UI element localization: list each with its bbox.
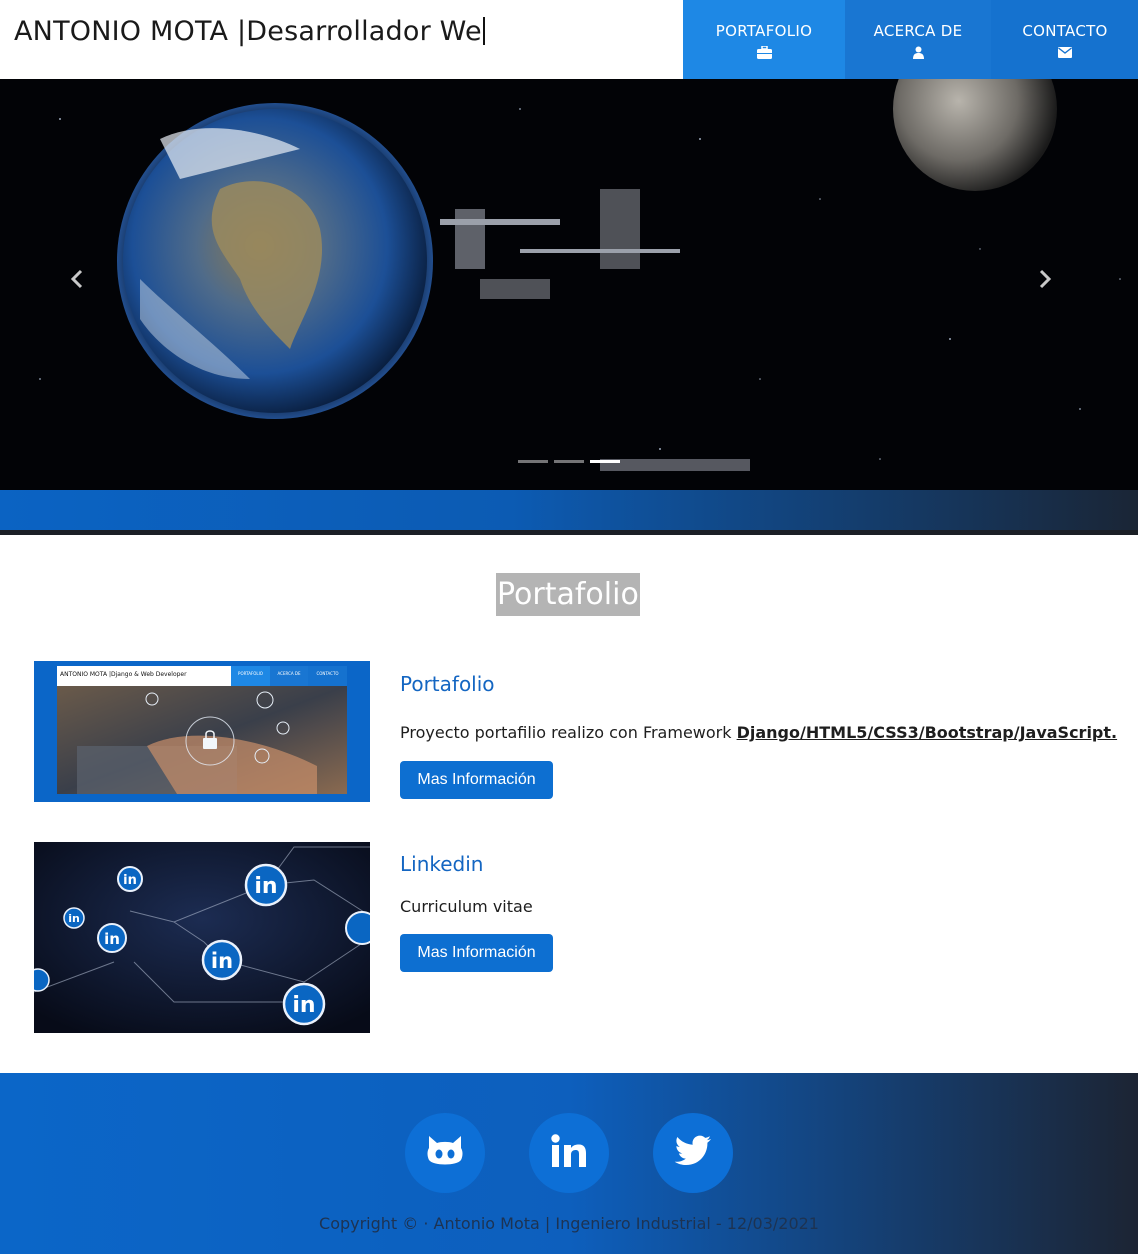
briefcase-icon [756, 46, 772, 60]
linkedin-badge-text-4: in [104, 930, 120, 948]
mas-informacion-button-linkedin[interactable]: Mas Información [400, 934, 553, 972]
project-description-text: Proyecto portafilio realizo con Framewor… [400, 723, 737, 742]
project-description-portafolio: Proyecto portafilio realizo con Framewor… [400, 723, 1117, 742]
site-header: ANTONIO MOTA |Desarrollador We PORTAFOLI… [0, 0, 1142, 79]
github-icon [425, 1134, 465, 1172]
nav-portafolio[interactable]: PORTAFOLIO [683, 0, 845, 79]
nav-acerca-de[interactable]: ACERCA DE [845, 0, 991, 79]
nav-contacto[interactable]: CONTACTO [991, 0, 1139, 79]
linkedin-badge-text-2: in [211, 949, 233, 973]
mas-informacion-button-portafolio[interactable]: Mas Información [400, 761, 553, 799]
carousel-indicator-1[interactable] [518, 460, 548, 463]
linkedin-badge-text-6: in [68, 912, 80, 925]
carousel-indicators [518, 460, 620, 463]
user-icon [912, 46, 924, 60]
thumbnail-screenshot: ANTONIO MOTA |Django & Web Developer POR… [57, 666, 347, 794]
twitter-link[interactable] [653, 1113, 733, 1193]
hero-carousel [0, 79, 1140, 490]
copyright-text: Copyright © · Antonio Mota | Ingeniero I… [319, 1214, 819, 1233]
envelope-icon [1058, 46, 1072, 60]
linkedin-badge-text-5: in [123, 873, 137, 888]
project-description-linkedin: Curriculum vitae [400, 897, 533, 916]
carousel-indicator-3[interactable] [590, 460, 620, 463]
twitter-icon [674, 1135, 712, 1171]
project-card-portafolio: ANTONIO MOTA |Django & Web Developer POR… [34, 661, 1134, 802]
brand-title[interactable]: ANTONIO MOTA |Desarrollador We [14, 16, 485, 47]
band-divider [0, 530, 1140, 535]
section-title: Portafolio [496, 573, 640, 616]
thumbnail-nav-2: ACERCA DE [270, 666, 308, 686]
project-tech-link[interactable]: Django/HTML5/CSS3/Bootstrap/JavaScript. [737, 723, 1118, 742]
brand-text: ANTONIO MOTA |Desarrollador We [14, 16, 482, 47]
carousel-indicator-2[interactable] [554, 460, 584, 463]
github-link[interactable] [405, 1113, 485, 1193]
linkedin-link[interactable] [529, 1113, 609, 1193]
carousel-prev-button[interactable] [70, 269, 100, 299]
main-nav: PORTAFOLIO ACERCA DE CONTACTO [683, 0, 1139, 79]
carousel-next-button[interactable] [1038, 269, 1068, 299]
linkedin-icon [551, 1134, 587, 1172]
gradient-band [0, 490, 1140, 530]
nav-contacto-label: CONTACTO [1022, 21, 1108, 40]
linkedin-network-image: in in in in in in [34, 842, 370, 1033]
linkedin-badge-text-3: in [292, 993, 315, 1018]
thumbnail-nav-3: CONTACTO [308, 666, 347, 686]
nav-acerca-label: ACERCA DE [873, 21, 963, 40]
nav-portafolio-label: PORTAFOLIO [715, 21, 813, 40]
project-title-linkedin: Linkedin [400, 852, 484, 876]
carousel-slide-image [0, 79, 1140, 490]
thumbnail-hero-image [57, 686, 347, 794]
project-card-linkedin: in in in in in in Linkedin Curriculum vi… [34, 842, 1134, 1033]
project-title-portafolio: Portafolio [400, 672, 495, 696]
project-thumbnail-linkedin[interactable]: in in in in in in [34, 842, 370, 1033]
thumbnail-header: ANTONIO MOTA |Django & Web Developer [57, 666, 231, 686]
thumbnail-nav-1: PORTAFOLIO [231, 666, 270, 686]
thumbnail-brand: ANTONIO MOTA |Django & Web Developer [60, 671, 187, 678]
site-footer: Copyright © · Antonio Mota | Ingeniero I… [0, 1073, 1140, 1254]
project-thumbnail-portafolio[interactable]: ANTONIO MOTA |Django & Web Developer POR… [34, 661, 370, 802]
page-right-edge [1138, 0, 1142, 1254]
linkedin-badge-text-1: in [254, 874, 277, 899]
typing-cursor [482, 17, 485, 45]
